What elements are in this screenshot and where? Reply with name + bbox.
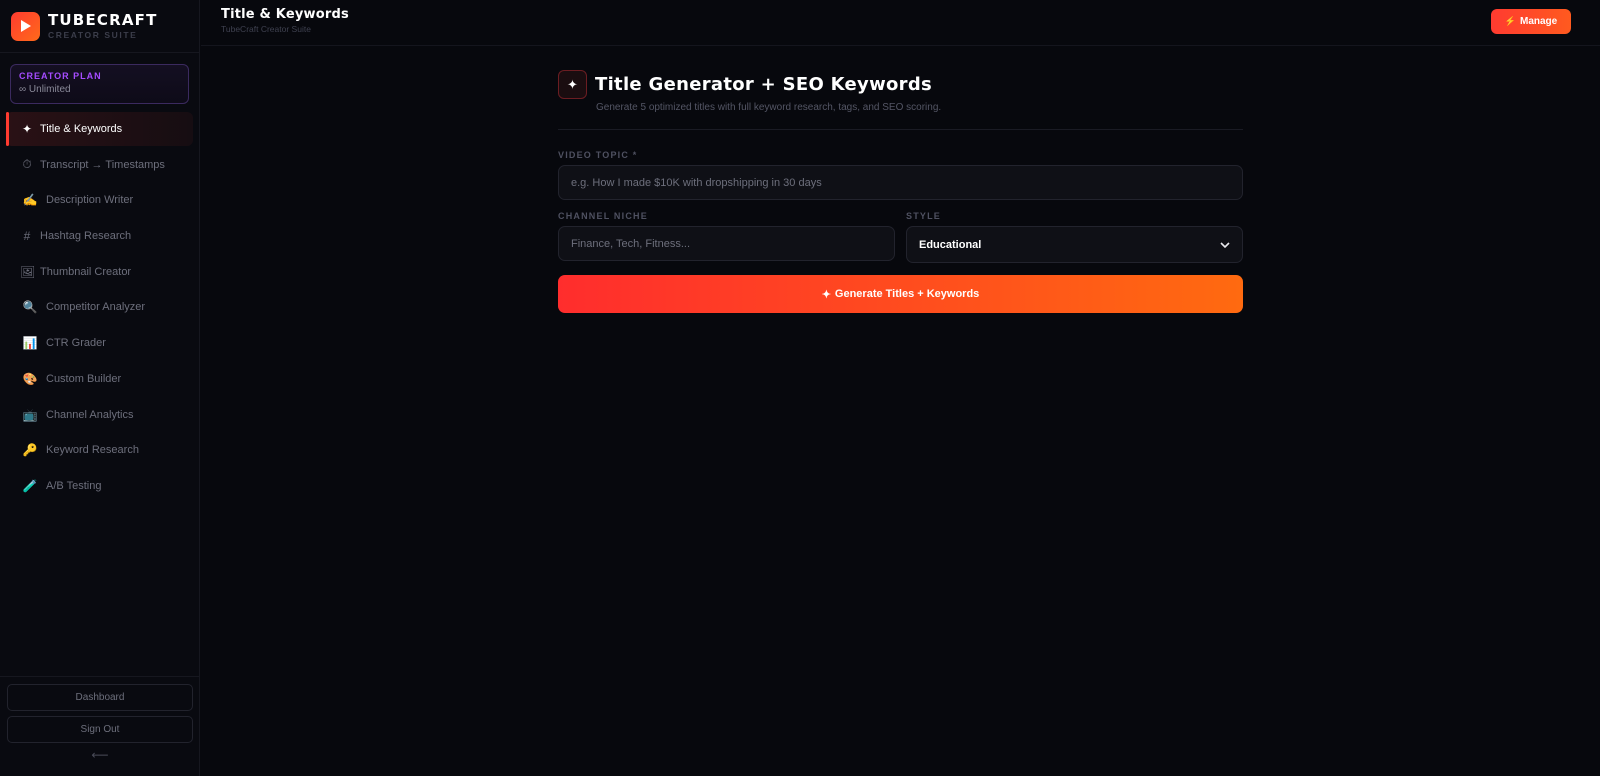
generate-button-label: Generate Titles + Keywords (834, 288, 980, 300)
sidebar-item-channel-analytics[interactable]: 📺 Channel Analytics (6, 398, 193, 432)
stopwatch-icon: ⏱ (22, 157, 32, 172)
divider (558, 129, 1243, 130)
test-tube-icon: 🧪 (22, 478, 38, 493)
brand-subtitle: CREATOR SUITE (48, 29, 138, 40)
generate-titles-button[interactable]: ✦ Generate Titles + Keywords (558, 275, 1243, 313)
sidebar-item-label: Hashtag Research (40, 230, 132, 243)
sidebar-item-label: Keyword Research (46, 444, 139, 457)
plan-title: CREATOR PLAN (19, 71, 102, 81)
topbar: Title & Keywords TubeCraft Creator Suite… (201, 0, 1600, 46)
sidebar-item-label: Custom Builder (46, 372, 122, 385)
style-select[interactable]: Educational (906, 226, 1243, 263)
magnifier-icon: 🔍 (22, 300, 38, 315)
channel-niche-input[interactable] (558, 226, 895, 261)
sidebar-item-hashtag-research[interactable]: # Hashtag Research (6, 219, 193, 253)
sidebar: TUBECRAFT CREATOR SUITE CREATOR PLAN ∞ U… (0, 0, 200, 776)
television-icon: 📺 (22, 407, 38, 422)
sidebar-item-transcript[interactable]: ⏱ Transcript → Timestamps (6, 148, 193, 182)
plan-badge[interactable]: CREATOR PLAN ∞ Unlimited (10, 64, 189, 104)
hashtag-icon: # (23, 229, 31, 244)
play-logo-icon (11, 11, 40, 41)
sidebar-item-custom-builder[interactable]: 🎨 Custom Builder (6, 362, 193, 396)
collapse-sidebar-icon[interactable]: ⟵ (0, 748, 200, 762)
sparkle-icon: ✦ (558, 70, 587, 99)
sidebar-item-thumbnail-creator[interactable]: 🖼 Thumbnail Creator (6, 255, 193, 289)
sparkle-icon: ✦ (821, 288, 831, 301)
sidebar-item-competitor-analyzer[interactable]: 🔍 Competitor Analyzer (6, 290, 193, 324)
style-select-value: Educational (919, 238, 982, 251)
bar-chart-icon: 📊 (22, 336, 38, 351)
sidebar-item-label: Title & Keywords (40, 123, 123, 135)
manage-button[interactable]: ⚡ Manage (1491, 9, 1571, 34)
sidebar-item-description-writer[interactable]: ✍️ Description Writer (6, 183, 193, 217)
sidebar-footer: Dashboard Sign Out ⟵ (0, 676, 200, 762)
chevron-down-icon (1220, 240, 1230, 250)
sidebar-nav: ✦ Title & Keywords ⏱ Transcript → Timest… (6, 112, 193, 505)
key-icon: 🔑 (22, 443, 38, 458)
writing-hand-icon: ✍️ (22, 193, 38, 208)
panel-subtitle: Generate 5 optimized titles with full ke… (596, 102, 942, 113)
brand[interactable]: TUBECRAFT CREATOR SUITE (0, 0, 199, 53)
sidebar-item-keyword-research[interactable]: 🔑 Keyword Research (6, 433, 193, 467)
sidebar-item-title-keywords[interactable]: ✦ Title & Keywords (6, 112, 193, 146)
sidebar-item-label: CTR Grader (46, 337, 106, 350)
video-topic-label: VIDEO TOPIC * (558, 150, 638, 160)
channel-niche-label: CHANNEL NICHE (558, 211, 648, 221)
brand-name: TUBECRAFT (48, 10, 158, 29)
page-title: Title & Keywords (221, 7, 349, 22)
palette-icon: 🎨 (22, 371, 38, 386)
sidebar-item-label: Description Writer (46, 194, 134, 207)
sidebar-item-ab-testing[interactable]: 🧪 A/B Testing (6, 469, 193, 503)
page-subtitle: TubeCraft Creator Suite (221, 24, 311, 34)
video-topic-input[interactable] (558, 165, 1243, 200)
dashboard-button[interactable]: Dashboard (7, 684, 193, 711)
sidebar-item-label: A/B Testing (46, 479, 102, 492)
bolt-icon: ⚡ (1504, 16, 1516, 26)
sidebar-item-label: Thumbnail Creator (40, 265, 132, 278)
panel-title: Title Generator + SEO Keywords (595, 74, 933, 95)
manage-button-label: Manage (1519, 16, 1558, 27)
sidebar-item-label: Competitor Analyzer (46, 301, 146, 314)
sign-out-button[interactable]: Sign Out (7, 716, 193, 743)
sparkle-icon: ✦ (21, 122, 33, 136)
picture-icon: 🖼 (20, 264, 36, 279)
sidebar-item-label: Channel Analytics (46, 408, 134, 421)
style-label: STYLE (906, 211, 942, 221)
sidebar-item-label: Transcript → Timestamps (40, 158, 165, 171)
plan-value: ∞ Unlimited (19, 84, 71, 95)
title-generator-panel: ✦ Title Generator + SEO Keywords Generat… (558, 70, 1243, 313)
sidebar-item-ctr-grader[interactable]: 📊 CTR Grader (6, 326, 193, 360)
